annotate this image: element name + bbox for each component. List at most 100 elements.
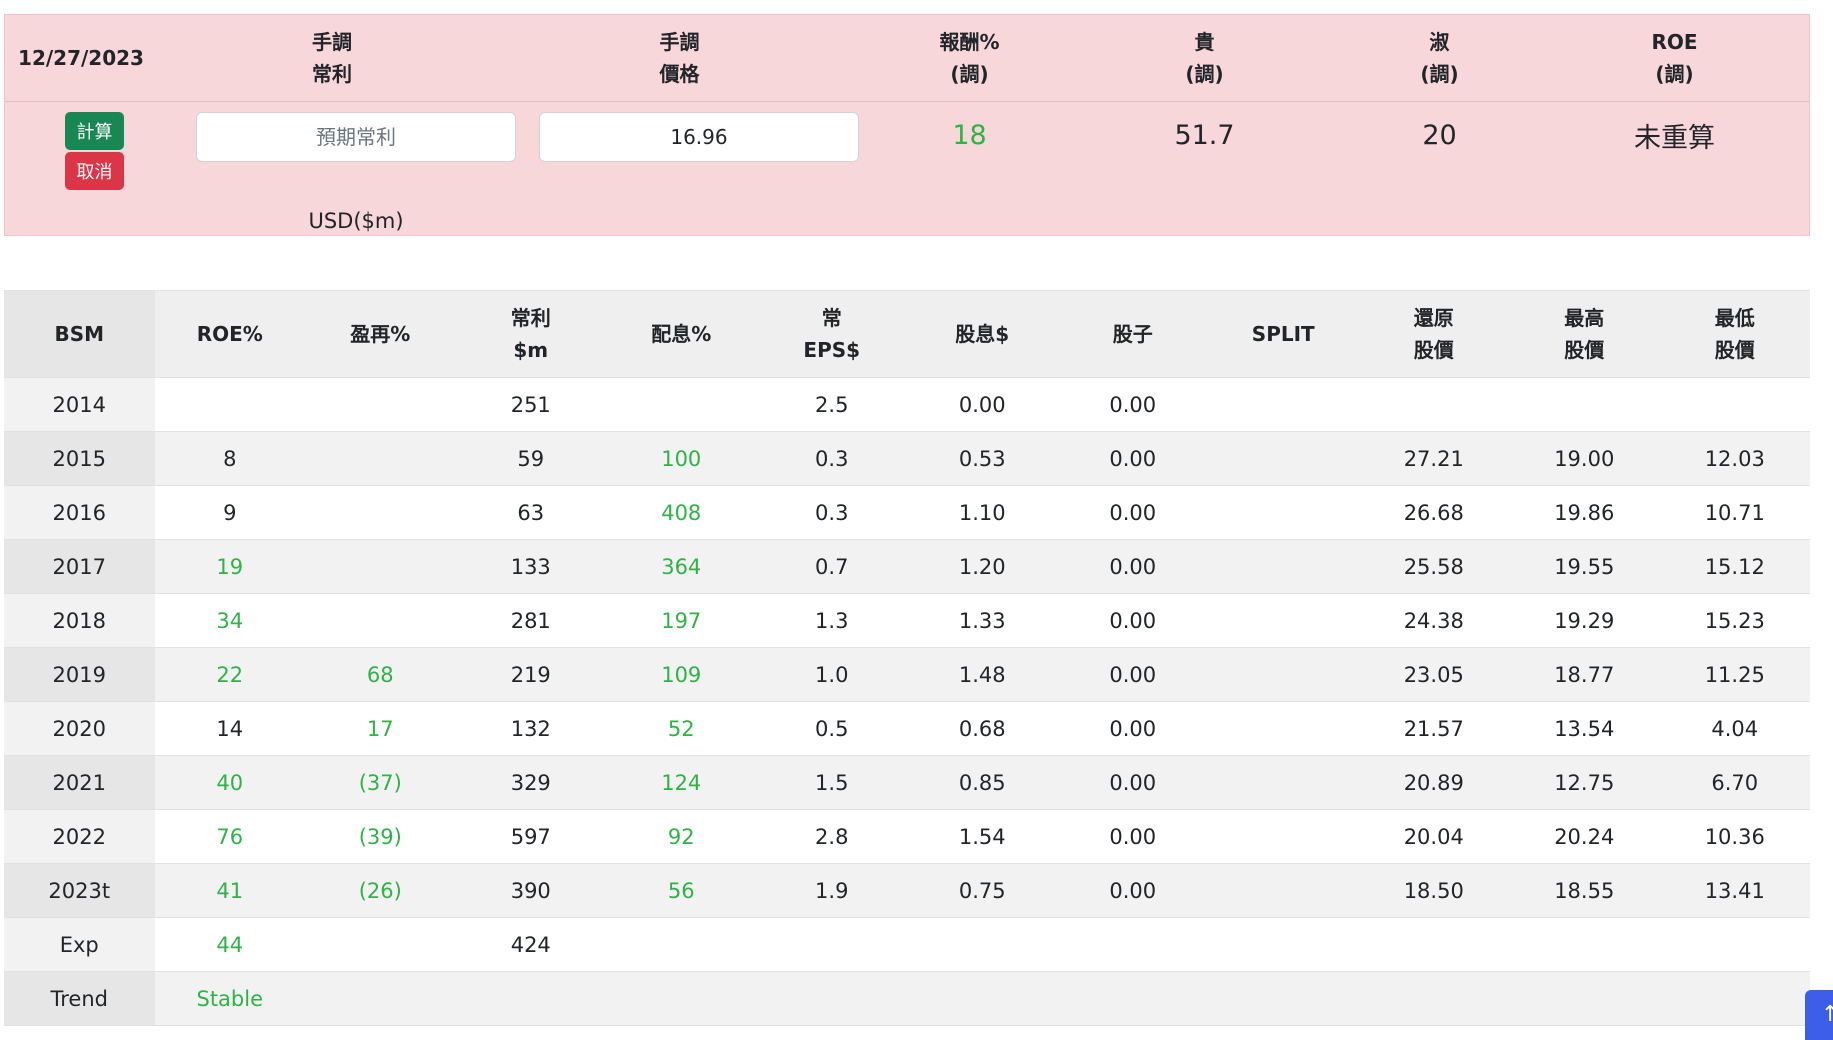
column-header-line: 配息%: [651, 322, 712, 346]
adjusted-price-input[interactable]: [539, 112, 859, 162]
table-cell: [1659, 377, 1810, 432]
table-cell: 0.85: [907, 755, 1058, 810]
arrow-up-icon: ↑: [1821, 1002, 1833, 1027]
table-cell: [305, 593, 456, 648]
table-row: 2023t 41 (26) 390 56 1.9 0.75 0.00 18.50 18.55 13.…: [4, 863, 1810, 918]
table-cell: 19.00: [1509, 431, 1660, 486]
table-row: 2022 76 (39) 597 92 2.8 1.54 0.00 20.04 20.24 10.3…: [4, 809, 1810, 864]
table-cell: 133: [455, 539, 606, 594]
header-line: (調): [1655, 62, 1694, 86]
header-line: 淑: [1429, 30, 1450, 54]
financial-data-table: BSM ROE% 盈再% 常利 $m 配息% 常 EPS$ 股息$ 股子 SPLIT 還原 股價 最高 股價…: [4, 290, 1810, 1026]
table-cell: 597: [455, 809, 606, 864]
table-cell: 1.9: [756, 863, 907, 918]
table-cell: [907, 971, 1058, 1026]
table-cell: 0.00: [1057, 863, 1208, 918]
table-cell: 0.5: [756, 701, 907, 756]
table-cell: 364: [606, 539, 757, 594]
header-line: 價格: [659, 62, 700, 86]
table-body: 2014 251 2.5 0.00 0.00 2015 8 59 100 0.3 0.53 0.00 2…: [4, 377, 1810, 1026]
table-cell: 1.5: [756, 755, 907, 810]
header-line: 貴: [1194, 30, 1215, 54]
header-expensive: 貴 (調): [1087, 15, 1322, 101]
table-cell: 10.36: [1659, 809, 1810, 864]
table-cell: [1208, 863, 1359, 918]
table-cell: 4.04: [1659, 701, 1810, 756]
table-cell: 408: [606, 485, 757, 540]
table-cell: Stable: [154, 971, 305, 1026]
table-cell: 329: [455, 755, 606, 810]
table-row: Exp 44 424: [4, 917, 1810, 972]
column-header-line: 最高: [1564, 306, 1605, 330]
table-cell: [606, 917, 757, 972]
table-cell: 12.03: [1659, 431, 1810, 486]
table-cell: [1659, 917, 1810, 972]
expensive-value: 51.7: [1174, 119, 1235, 151]
table-cell: [1358, 971, 1509, 1026]
table-cell: 0.68: [907, 701, 1058, 756]
table-cell: 56: [606, 863, 757, 918]
expected-profit-input[interactable]: [196, 112, 516, 162]
table-cell: 0.00: [907, 377, 1058, 432]
table-cell: [1358, 377, 1509, 432]
header-adj-price: 手調 價格: [507, 15, 852, 101]
column-header: 盈再%: [305, 290, 456, 378]
table-cell: 0.00: [1057, 377, 1208, 432]
table-cell: 109: [606, 647, 757, 702]
table-cell: [1659, 971, 1810, 1026]
table-header-row: BSM ROE% 盈再% 常利 $m 配息% 常 EPS$ 股息$ 股子 SPLIT 還原 股價 最高 股價…: [4, 290, 1810, 378]
row-label-cell: 2020: [4, 701, 155, 756]
row-label-cell: 2017: [4, 539, 155, 594]
table-cell: 9: [154, 485, 305, 540]
table-cell: [305, 485, 456, 540]
table-cell: [1208, 647, 1359, 702]
table-cell: 1.3: [756, 593, 907, 648]
row-label-cell: 2014: [4, 377, 155, 432]
table-cell: 1.48: [907, 647, 1058, 702]
column-header: 最高 股價: [1509, 290, 1660, 378]
table-cell: [154, 377, 305, 432]
column-header-line: 最低: [1714, 306, 1755, 330]
table-cell: 19.55: [1509, 539, 1660, 594]
table-cell: 0.7: [756, 539, 907, 594]
date-label: 12/27/2023: [18, 46, 144, 70]
column-header: 常 EPS$: [756, 290, 907, 378]
table-cell: 6.70: [1659, 755, 1810, 810]
column-header-line: 常利: [510, 306, 551, 330]
table-cell: [1208, 593, 1359, 648]
column-header-line: ROE%: [196, 322, 263, 346]
table-cell: [1057, 917, 1208, 972]
table-cell: 41: [154, 863, 305, 918]
row-label-cell: 2023t: [4, 863, 155, 918]
table-cell: 17: [305, 701, 456, 756]
table-cell: 0.00: [1057, 485, 1208, 540]
column-header: SPLIT: [1208, 290, 1359, 378]
table-cell: 10.71: [1659, 485, 1810, 540]
header-line: 手調: [312, 30, 352, 54]
table-cell: 0.53: [907, 431, 1058, 486]
column-header: 股子: [1057, 290, 1208, 378]
calculate-button[interactable]: 計算: [65, 112, 124, 150]
table-cell: 1.33: [907, 593, 1058, 648]
table-cell: 124: [606, 755, 757, 810]
header-adj-profit: 手調 常利: [157, 15, 507, 101]
table-row: 2017 19 133 364 0.7 1.20 0.00 25.58 19.55 15.12: [4, 539, 1810, 594]
scroll-to-top-button[interactable]: ↑: [1805, 990, 1833, 1040]
calc-header-row: 12/27/2023 手調 常利 手調 價格 報酬% (調) 貴 (調) 淑 (…: [5, 15, 1809, 102]
table-cell: [305, 431, 456, 486]
table-cell: [1208, 971, 1359, 1026]
table-cell: 25.58: [1358, 539, 1509, 594]
table-cell: 59: [455, 431, 606, 486]
table-cell: (26): [305, 863, 456, 918]
table-cell: [1208, 809, 1359, 864]
table-row: 2016 9 63 408 0.3 1.10 0.00 26.68 19.86 10.71: [4, 485, 1810, 540]
table-cell: [455, 971, 606, 1026]
cancel-button[interactable]: 取消: [65, 152, 124, 190]
table-cell: [1509, 917, 1660, 972]
row-label-cell: 2022: [4, 809, 155, 864]
row-label-cell: 2015: [4, 431, 155, 486]
table-cell: 0.00: [1057, 539, 1208, 594]
table-cell: [606, 377, 757, 432]
table-row: 2021 40 (37) 329 124 1.5 0.85 0.00 20.89 12.75 6.7…: [4, 755, 1810, 810]
column-header: 配息%: [606, 290, 757, 378]
